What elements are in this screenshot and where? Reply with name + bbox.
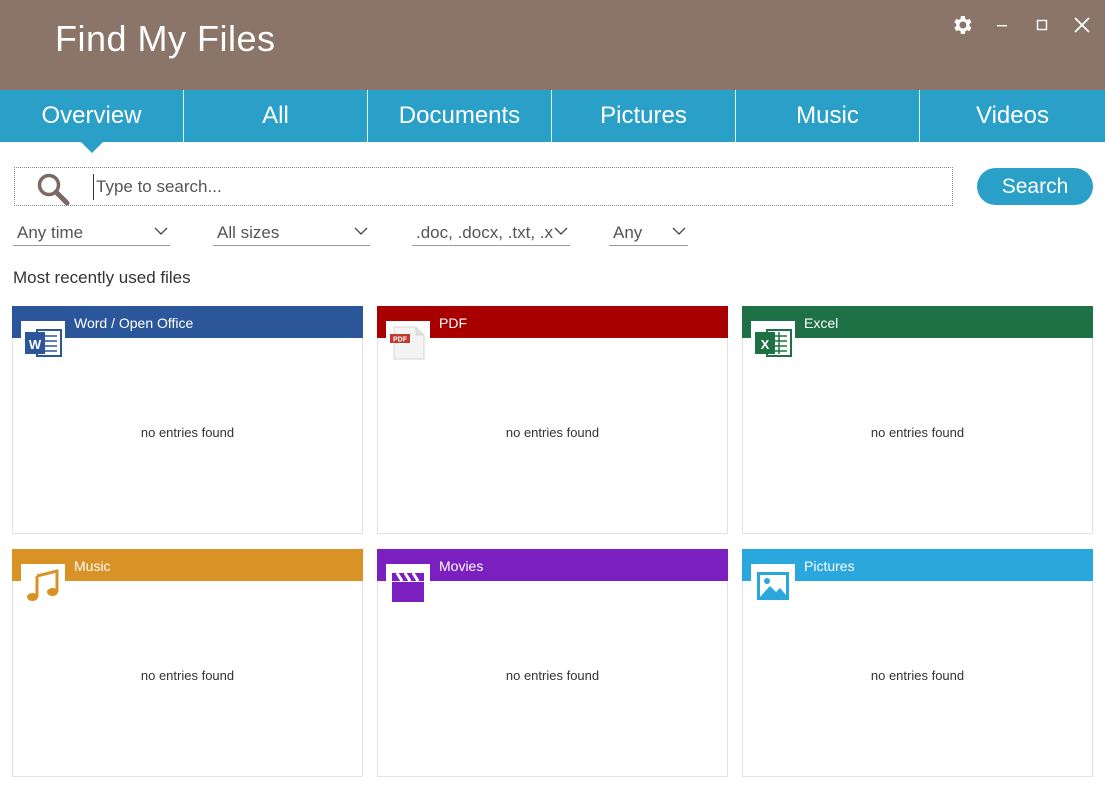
card-excel[interactable]: Excel X no entries found (742, 306, 1093, 534)
other-filter-dropdown[interactable]: Any (609, 220, 688, 246)
type-filter-value: .doc, .docx, .txt, .xl (416, 223, 554, 242)
pdf-icon: PDF (386, 321, 430, 365)
search-icon (37, 173, 70, 206)
other-filter-value: Any (613, 223, 643, 242)
tab-documents[interactable]: Documents (368, 90, 552, 142)
search-input[interactable] (93, 174, 933, 200)
card-label: Excel (804, 315, 839, 331)
svg-text:X: X (761, 337, 770, 352)
chevron-down-icon (354, 227, 368, 236)
card-label: Pictures (804, 558, 855, 574)
chevron-down-icon (554, 227, 568, 236)
time-filter-value: Any time (17, 223, 84, 242)
tab-bar: Overview All Documents Pictures Music Vi… (0, 90, 1105, 153)
card-pdf[interactable]: PDF PDF no entries found (377, 306, 728, 534)
chevron-down-icon (154, 227, 168, 236)
window-controls (949, 12, 1095, 38)
tab-pictures[interactable]: Pictures (552, 90, 736, 142)
section-title: Most recently used files (13, 268, 191, 287)
minimize-icon (997, 25, 1007, 27)
maximize-icon (1036, 19, 1048, 31)
svg-text:W: W (29, 337, 42, 352)
empty-message: no entries found (140, 668, 235, 683)
picture-icon (751, 564, 795, 608)
card-label: Movies (439, 558, 484, 574)
empty-message: no entries found (870, 668, 965, 683)
card-label: Music (74, 558, 111, 574)
title-bar: Find My Files (0, 0, 1105, 90)
tab-overview[interactable]: Overview (0, 90, 184, 153)
gear-icon (954, 16, 972, 34)
clapperboard-icon (386, 564, 430, 608)
card-music[interactable]: Music no entries found (12, 549, 363, 777)
empty-message: no entries found (505, 668, 600, 683)
app-title: Find My Files (55, 18, 276, 59)
size-filter-value: All sizes (217, 223, 280, 242)
card-movies[interactable]: Movies no entries found (377, 549, 728, 777)
close-icon (1074, 17, 1090, 33)
svg-text:PDF: PDF (393, 337, 408, 344)
card-label: Word / Open Office (74, 315, 194, 331)
card-word[interactable]: Word / Open Office W no entries found (12, 306, 363, 534)
tab-all[interactable]: All (184, 90, 368, 142)
empty-message: no entries found (870, 425, 965, 440)
tab-music[interactable]: Music (736, 90, 920, 142)
size-filter-dropdown[interactable]: All sizes (213, 220, 370, 246)
card-pictures[interactable]: Pictures no entries found (742, 549, 1093, 777)
maximize-button[interactable] (1029, 12, 1055, 38)
chevron-down-icon (672, 227, 686, 236)
close-button[interactable] (1069, 12, 1095, 38)
settings-button[interactable] (949, 12, 975, 38)
minimize-button[interactable] (989, 12, 1015, 38)
search-box (14, 167, 953, 206)
word-icon: W (21, 321, 65, 365)
time-filter-dropdown[interactable]: Any time (13, 220, 170, 246)
excel-icon: X (751, 321, 795, 365)
tab-videos[interactable]: Videos (920, 90, 1105, 142)
empty-message: no entries found (140, 425, 235, 440)
card-label: PDF (439, 315, 467, 331)
search-button[interactable]: Search (977, 168, 1093, 205)
empty-message: no entries found (505, 425, 600, 440)
music-note-icon (21, 564, 65, 608)
type-filter-dropdown[interactable]: .doc, .docx, .txt, .xl (412, 220, 570, 246)
